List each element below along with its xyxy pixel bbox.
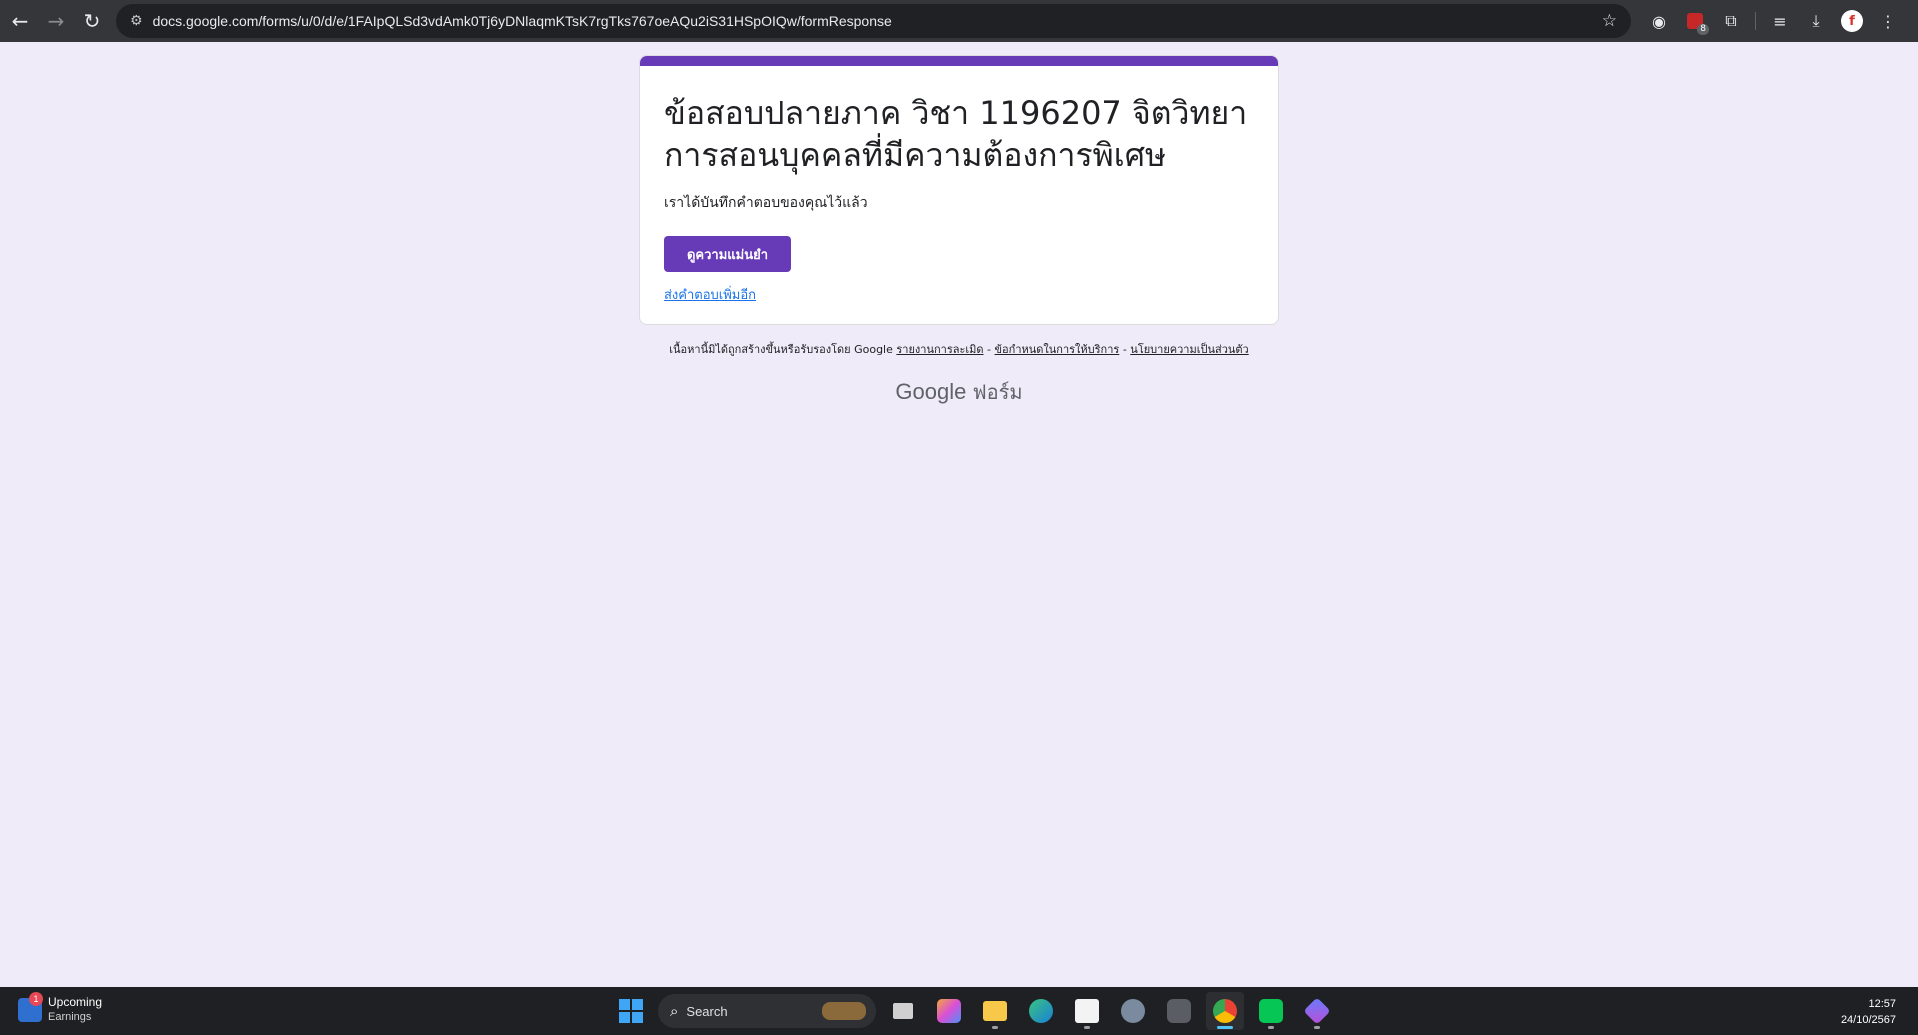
url-text[interactable]: docs.google.com/forms/u/0/d/e/1FAIpQLSd3… [153,13,1602,29]
back-arrow-icon[interactable]: ← [2,3,38,39]
media-playlist-icon[interactable]: ≡ [1766,7,1794,35]
footer-disclaimer: เนื้อหานี้มิได้ถูกสร้างขึ้นหรือรับรองโดย… [639,340,1279,358]
more-menu-icon[interactable]: ⋮ [1874,7,1902,35]
task-view-icon[interactable] [884,992,922,1030]
toolbar-divider [1755,12,1756,30]
footer-separator: - [1122,343,1127,356]
report-abuse-link[interactable]: รายงานการละเมิด [896,343,983,356]
reload-icon[interactable]: ↻ [74,3,110,39]
site-info-icon[interactable]: ⚙ [130,13,143,29]
widgets-button[interactable]: 1 Upcoming Earnings [18,992,103,1025]
copilot-icon[interactable] [930,992,968,1030]
terms-link[interactable]: ข้อกำหนดในการให้บริการ [995,343,1120,356]
microsoft-store-icon[interactable] [1068,992,1106,1030]
browser-toolbar: ← → ↻ ⚙ docs.google.com/forms/u/0/d/e/1F… [0,0,1918,42]
download-icon[interactable]: ⤓ [1802,7,1830,35]
extension-badge-icon[interactable]: 8 [1681,7,1709,35]
settings-gear-icon[interactable] [1114,992,1152,1030]
widget-title: Upcoming [48,995,103,1009]
view-score-button[interactable]: ดูความแม่นยำ [664,236,791,272]
form-response-card: ข้อสอบปลายภาค วิชา 1196207 จิตวิทยาการสอ… [639,55,1279,325]
search-label: Search [686,1003,728,1019]
extensions-puzzle-icon[interactable]: ⧉ [1717,7,1745,35]
extension-count: 8 [1697,24,1709,35]
file-explorer-icon[interactable] [976,992,1014,1030]
start-windows-icon[interactable] [612,992,650,1030]
taskbar-search[interactable]: ⌕ Search [658,994,876,1028]
privacy-link[interactable]: นโยบายความเป็นส่วนตัว [1130,343,1248,356]
clock-date: 24/10/2567 [1840,1014,1896,1026]
widget-subtitle: Earnings [48,1011,92,1023]
system-clock[interactable]: 12:57 24/10/2567 [1841,996,1896,1028]
disclaimer-text: เนื้อหานี้มิได้ถูกสร้างขึ้นหรือรับรองโดย… [669,343,893,356]
edge-browser-icon[interactable] [1022,992,1060,1030]
app-hexagon-icon[interactable] [1160,992,1198,1030]
search-highlight-icon [822,1002,866,1020]
profile-avatar[interactable]: f [1838,7,1866,35]
confirmation-message: เราได้บันทึกคำตอบของคุณไว้แล้ว [664,195,868,211]
footer-separator: - [987,343,992,356]
submit-another-link[interactable]: ส่งคำตอบเพิ่มอีก [664,284,756,305]
chrome-browser-icon[interactable] [1206,992,1244,1030]
line-app-icon[interactable] [1252,992,1290,1030]
google-forms-logo[interactable]: Google ฟอร์ม [639,376,1279,408]
forward-arrow-icon[interactable]: → [38,3,74,39]
bookmark-star-icon[interactable]: ☆ [1602,11,1617,31]
windows-taskbar: 1 Upcoming Earnings ⌕ Search 12:57 24/10… [0,987,1918,1035]
address-bar[interactable]: ⚙ docs.google.com/forms/u/0/d/e/1FAIpQLS… [116,4,1631,38]
clock-time: 12:57 [1868,998,1896,1010]
logo-forms-text: ฟอร์ม [972,380,1023,404]
search-icon: ⌕ [670,1002,679,1020]
camera-icon[interactable]: ◉ [1645,7,1673,35]
widget-badge: 1 [29,992,43,1006]
stocks-widget-icon: 1 [18,992,43,1022]
logo-google-text: Google [895,379,967,404]
app-blue-diamond-icon[interactable] [1298,992,1336,1030]
form-title: ข้อสอบปลายภาค วิชา 1196207 จิตวิทยาการสอ… [664,94,1248,174]
card-accent-bar [640,56,1278,66]
